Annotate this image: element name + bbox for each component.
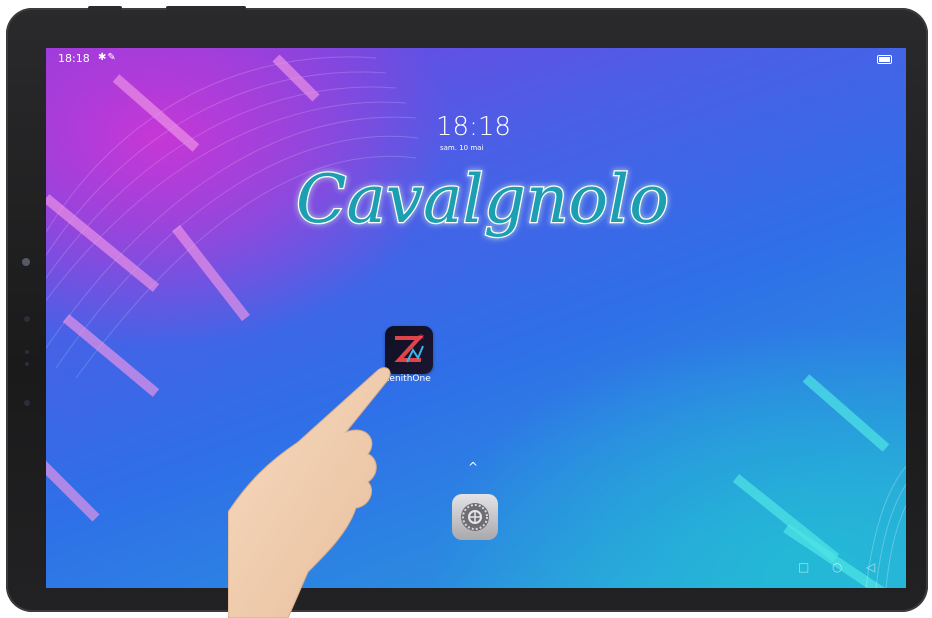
svg-text:*: *: [418, 332, 424, 346]
notification-icon: ✱: [98, 52, 108, 63]
settings-icon: [461, 503, 489, 531]
brand-logo-text: Cavalgnolo: [296, 161, 669, 238]
lockscreen-date: sam. 10 mai: [440, 144, 484, 152]
lockscreen-clock: 18:18: [436, 112, 511, 142]
status-time: 18:18: [58, 52, 90, 65]
brand-logo: Cavalgnolo: [295, 160, 670, 240]
sensor-dot: [24, 400, 30, 406]
notification-icons: ✱✎: [98, 52, 117, 63]
pointing-hand-image: [228, 367, 391, 618]
volume-button: [88, 6, 122, 10]
square-icon: □: [798, 560, 810, 574]
sensor-dot: [24, 316, 30, 322]
battery-icon: [877, 55, 892, 64]
camera-dot: [22, 258, 30, 266]
notification-icon: ✎: [107, 52, 117, 63]
back-button[interactable]: ◁: [866, 560, 875, 574]
sensor-dot: [25, 362, 29, 366]
sensor-dot: [25, 350, 29, 354]
recent-apps-button[interactable]: □: [798, 560, 809, 574]
home-button[interactable]: ○: [832, 560, 842, 574]
triangle-back-icon: ◁: [866, 560, 876, 574]
chevron-up-icon[interactable]: ^: [468, 460, 478, 474]
circle-icon: ○: [832, 560, 843, 574]
home-screen: 18:18 ✱✎ 18:18 sam. 10 mai Cavalgnolo * …: [46, 48, 906, 588]
settings-app[interactable]: [452, 494, 498, 540]
power-button: [166, 6, 246, 10]
